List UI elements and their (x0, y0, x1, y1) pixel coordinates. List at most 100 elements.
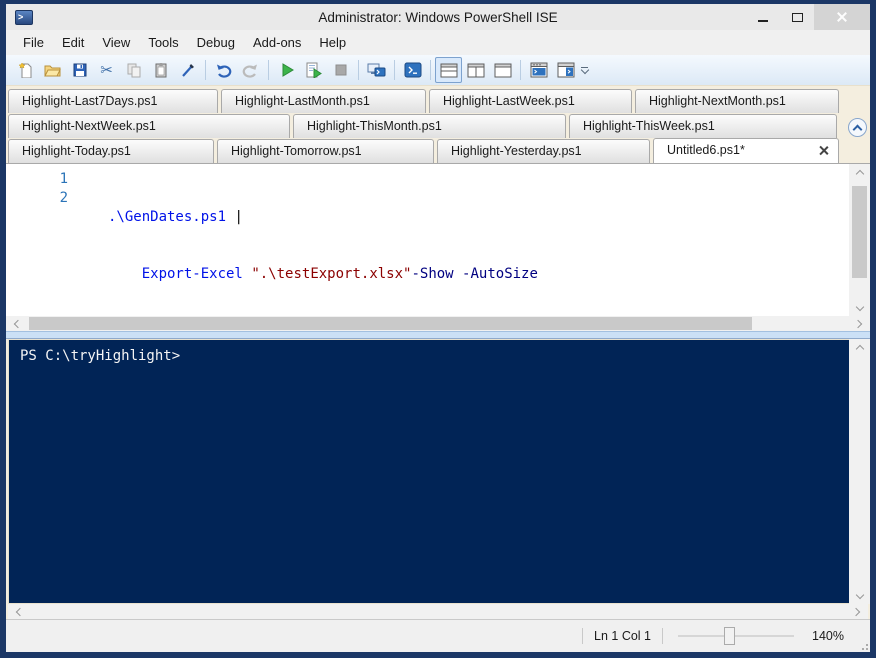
show-script-pane-right-button[interactable] (462, 57, 489, 83)
console-window-button[interactable] (525, 57, 552, 83)
app-window: Administrator: Windows PowerShell ISE Fi… (0, 0, 876, 658)
tab-highlight-last7days[interactable]: Highlight-Last7Days.ps1 (8, 89, 218, 113)
scroll-right-icon[interactable] (849, 316, 870, 332)
resize-grip[interactable] (858, 640, 868, 650)
title-bar: Administrator: Windows PowerShell ISE (6, 4, 870, 30)
undo-button[interactable] (210, 57, 237, 83)
toolbar-separator (520, 60, 521, 80)
scroll-down-icon[interactable] (849, 300, 870, 316)
command-addon-button[interactable] (552, 57, 579, 83)
close-icon (836, 11, 848, 23)
run-selection-icon (306, 62, 322, 78)
new-script-icon (17, 62, 31, 78)
scroll-left-icon[interactable] (6, 316, 27, 332)
zoom-slider[interactable] (678, 627, 795, 645)
start-powershell-icon (404, 62, 421, 78)
tab-highlight-yesterday[interactable]: Highlight-Yesterday.ps1 (437, 139, 650, 163)
menu-view[interactable]: View (93, 32, 139, 53)
stop-operation-icon (335, 64, 346, 76)
new-remote-powershell-tab-icon (367, 63, 386, 77)
menu-file[interactable]: File (14, 32, 53, 53)
paste-button[interactable] (147, 57, 174, 83)
console-horizontal-scrollbar[interactable] (8, 604, 868, 619)
tab-highlight-lastmonth[interactable]: Highlight-LastMonth.ps1 (221, 89, 426, 113)
menu-edit[interactable]: Edit (53, 32, 93, 53)
tab-highlight-thismonth[interactable]: Highlight-ThisMonth.ps1 (293, 114, 566, 138)
tab-row-2: Highlight-NextWeek.ps1 Highlight-ThisMon… (6, 113, 870, 138)
tab-close-icon[interactable] (818, 145, 829, 156)
show-script-pane-top-icon (440, 63, 457, 77)
tab-highlight-today[interactable]: Highlight-Today.ps1 (8, 139, 214, 163)
clear-console-icon (181, 64, 194, 77)
line-number: 2 (59, 190, 68, 206)
maximize-button[interactable] (780, 4, 814, 30)
run-selection-button[interactable] (300, 57, 327, 83)
tab-row-1: Highlight-Last7Days.ps1 Highlight-LastMo… (6, 88, 870, 113)
new-script-button[interactable] (12, 57, 39, 83)
active-tab-label: Untitled6.ps1* (667, 143, 745, 157)
console-prompt: PS C:\tryHighlight> (20, 348, 181, 364)
tab-highlight-tomorrow[interactable]: Highlight-Tomorrow.ps1 (217, 139, 434, 163)
editor-horizontal-scrollbar[interactable] (6, 316, 870, 331)
status-separator (662, 628, 664, 644)
redo-icon (242, 64, 257, 78)
menu-debug[interactable]: Debug (188, 32, 244, 53)
save-button[interactable] (66, 57, 93, 83)
new-remote-powershell-tab-button[interactable] (363, 57, 390, 83)
pane-splitter[interactable] (6, 331, 870, 339)
clear-console-button[interactable] (174, 57, 201, 83)
toolbar-overflow-button[interactable] (580, 66, 589, 75)
maximize-icon (791, 12, 803, 22)
toolbar: ✂ (6, 55, 870, 86)
script-editor-pane: 1 2 .\GenDates.ps1 | Export-Excel ".\tes… (6, 163, 870, 316)
scroll-right-icon[interactable] (847, 604, 868, 620)
redo-button[interactable] (237, 57, 264, 83)
stop-operation-button[interactable] (327, 57, 354, 83)
show-script-pane-maximized-button[interactable] (489, 57, 516, 83)
window-title: Administrator: Windows PowerShell ISE (318, 9, 558, 25)
run-script-button[interactable] (273, 57, 300, 83)
start-powershell-button[interactable] (399, 57, 426, 83)
scroll-down-icon[interactable] (849, 588, 870, 604)
menu-tools[interactable]: Tools (139, 32, 187, 53)
show-script-pane-top-button[interactable] (435, 57, 462, 83)
undo-icon (217, 64, 232, 78)
scroll-up-icon[interactable] (849, 339, 870, 355)
show-script-pane-right-icon (467, 63, 484, 77)
console-vertical-scrollbar[interactable] (849, 339, 870, 604)
code-line-2: Export-Excel ".\testExport.xlsx"-Show -A… (141, 266, 538, 282)
scroll-left-icon[interactable] (8, 604, 29, 620)
copy-button[interactable] (120, 57, 147, 83)
tab-untitled6-active[interactable]: Untitled6.ps1* (653, 138, 839, 163)
tab-list-expander-button[interactable] (848, 118, 867, 137)
run-script-icon (282, 63, 294, 77)
console-output[interactable]: PS C:\tryHighlight> (8, 339, 849, 604)
tab-row-3: Highlight-Today.ps1 Highlight-Tomorrow.p… (6, 138, 870, 163)
line-number: 1 (59, 171, 68, 187)
script-tab-strip: Highlight-Last7Days.ps1 Highlight-LastMo… (6, 86, 870, 164)
tab-highlight-thisweek[interactable]: Highlight-ThisWeek.ps1 (569, 114, 837, 138)
status-separator (582, 628, 584, 644)
cut-icon: ✂ (100, 61, 113, 79)
paste-icon (155, 63, 166, 78)
editor-hscroll-thumb[interactable] (29, 317, 753, 330)
minimize-button[interactable] (746, 4, 780, 30)
cut-button[interactable]: ✂ (93, 57, 120, 83)
scroll-up-icon[interactable] (849, 164, 870, 180)
menu-addons[interactable]: Add-ons (244, 32, 310, 53)
code-editor[interactable]: 1 2 .\GenDates.ps1 | Export-Excel ".\tes… (6, 164, 849, 316)
editor-vertical-scrollbar[interactable] (849, 164, 870, 316)
zoom-slider-thumb[interactable] (724, 627, 736, 645)
menu-bar: File Edit View Tools Debug Add-ons Help (6, 30, 870, 55)
menu-help[interactable]: Help (310, 32, 355, 53)
cursor-position: Ln 1 Col 1 (594, 629, 652, 643)
close-button[interactable] (814, 4, 870, 30)
open-script-button[interactable] (39, 57, 66, 83)
code-content[interactable]: .\GenDates.ps1 | Export-Excel ".\testExp… (68, 170, 849, 316)
toolbar-separator (268, 60, 269, 80)
console-pane: PS C:\tryHighlight> (6, 339, 870, 604)
tab-highlight-lastweek[interactable]: Highlight-LastWeek.ps1 (429, 89, 632, 113)
tab-highlight-nextmonth[interactable]: Highlight-NextMonth.ps1 (635, 89, 839, 113)
editor-vscroll-thumb[interactable] (852, 186, 867, 278)
tab-highlight-nextweek[interactable]: Highlight-NextWeek.ps1 (8, 114, 290, 138)
